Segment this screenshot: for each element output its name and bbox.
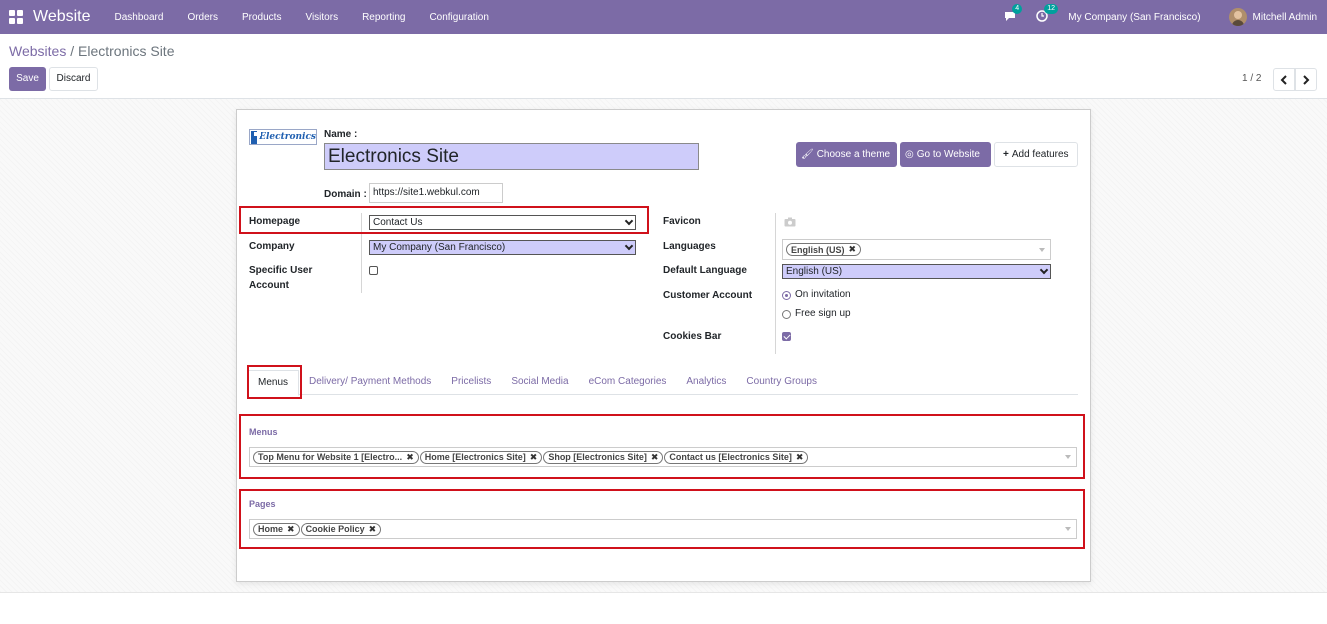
chevron-left-icon [1280,74,1287,85]
user-name: Mitchell Admin [1252,11,1317,23]
menus-tab-highlight-box [247,365,302,399]
default-language-select[interactable]: English (US) [782,264,1051,279]
tab-delivery-payment-methods[interactable]: Delivery/ Payment Methods [299,370,441,394]
free-sign-up-label[interactable]: Free sign up [795,308,851,319]
remove-tag-icon[interactable]: ✖ [849,244,857,255]
specific-user-account-label-line2: Account [249,280,289,291]
favicon-label: Favicon [663,216,701,227]
form-sheet: Electronics Name : Electronics Site 🖌︎ C… [236,109,1091,582]
choose-theme-label: Choose a theme [816,149,891,160]
pager-value[interactable]: 1 / 2 [1242,73,1261,84]
breadcrumb-current: Electronics Site [78,43,175,59]
top-navbar: Website Dashboard Orders Products Visito… [0,0,1327,34]
add-features-button[interactable]: + Add features [994,142,1078,167]
plus-icon: + [1003,149,1009,160]
menu-reporting[interactable]: Reporting [350,12,417,23]
menu-orders[interactable]: Orders [175,12,230,23]
company-label: Company [249,241,295,252]
go-to-website-button[interactable]: ◎ Go to Website [900,142,991,167]
notebook-tabs: Menus Delivery/ Payment Methods Pricelis… [247,370,1078,396]
languages-label: Languages [663,241,716,252]
customer-account-label: Customer Account [663,290,753,301]
menu-products[interactable]: Products [230,12,293,23]
right-column-separator [775,213,776,354]
chevron-down-icon [624,241,634,251]
logo-text: Electronics [259,132,316,142]
apps-menu-icon[interactable] [9,10,23,24]
paint-brush-icon: 🖌︎ [801,149,814,160]
menus-section-highlight-box [239,414,1085,479]
cookies-bar-label: Cookies Bar [663,331,722,342]
tab-ecom-categories[interactable]: eCom Categories [579,370,677,394]
company-select[interactable]: My Company (San Francisco) [369,240,636,255]
tab-country-groups[interactable]: Country Groups [736,370,827,394]
pager-previous-button[interactable] [1273,68,1295,91]
menu-visitors[interactable]: Visitors [293,12,350,23]
chevron-down-icon [1039,265,1049,275]
tab-analytics[interactable]: Analytics [676,370,736,394]
breadcrumb: Websites / Electronics Site [9,43,174,59]
homepage-highlight-box [239,206,649,234]
user-avatar [1228,8,1247,26]
name-label: Name : [324,129,358,140]
messages-icon[interactable]: 4 [1004,4,1023,24]
menu-dashboard[interactable]: Dashboard [103,12,176,23]
control-panel: Websites / Electronics Site Save Discard… [0,34,1327,99]
website-name-input[interactable]: Electronics Site [324,143,699,170]
menu-configuration[interactable]: Configuration [417,12,500,23]
globe-icon: ◎ [905,149,914,160]
app-name[interactable]: Website [33,8,91,26]
save-button[interactable]: Save [9,67,46,91]
activities-count-badge: 12 [1044,4,1059,14]
default-language-value: English (US) [786,266,843,277]
on-invitation-label[interactable]: On invitation [795,289,851,300]
default-language-label: Default Language [663,265,747,276]
camera-icon[interactable] [784,217,796,227]
tab-pricelists[interactable]: Pricelists [441,370,501,394]
add-features-label: Add features [1011,149,1069,160]
breadcrumb-separator: / [70,43,75,59]
go-to-website-label: Go to Website [916,149,980,160]
domain-label: Domain : [324,189,367,200]
language-tag-label: English (US) [791,244,845,255]
messages-count-badge: 4 [1012,4,1023,14]
website-logo[interactable]: Electronics [249,129,317,145]
floppy-disk-icon [251,130,262,144]
specific-user-account-checkbox[interactable] [369,266,378,275]
activities-clock-icon[interactable]: 12 [1036,4,1059,24]
breadcrumb-websites-link[interactable]: Websites [9,43,66,59]
discard-button[interactable]: Discard [49,67,98,91]
tab-social-media[interactable]: Social Media [501,370,578,394]
customer-account-free-signup-radio[interactable] [782,310,791,319]
domain-input[interactable]: https://site1.webkul.com [369,183,503,203]
pager-next-button[interactable] [1295,68,1317,91]
pages-section-highlight-box [239,489,1085,549]
cookies-bar-checkbox[interactable] [782,332,791,341]
languages-many2many-field[interactable]: English (US) ✖ [782,239,1051,260]
customer-account-on-invitation-radio[interactable] [782,291,791,300]
choose-theme-button[interactable]: 🖌︎ Choose a theme [796,142,897,167]
language-tag[interactable]: English (US) ✖ [786,243,862,256]
company-value: My Company (San Francisco) [373,242,506,253]
user-menu[interactable]: Mitchell Admin [1228,8,1317,26]
specific-user-account-label: Specific User [249,265,313,276]
caret-down-icon[interactable] [1039,247,1045,252]
chevron-right-icon [1303,74,1310,85]
company-switcher[interactable]: My Company (San Francisco) [1068,12,1200,23]
footer-strip [0,592,1327,624]
